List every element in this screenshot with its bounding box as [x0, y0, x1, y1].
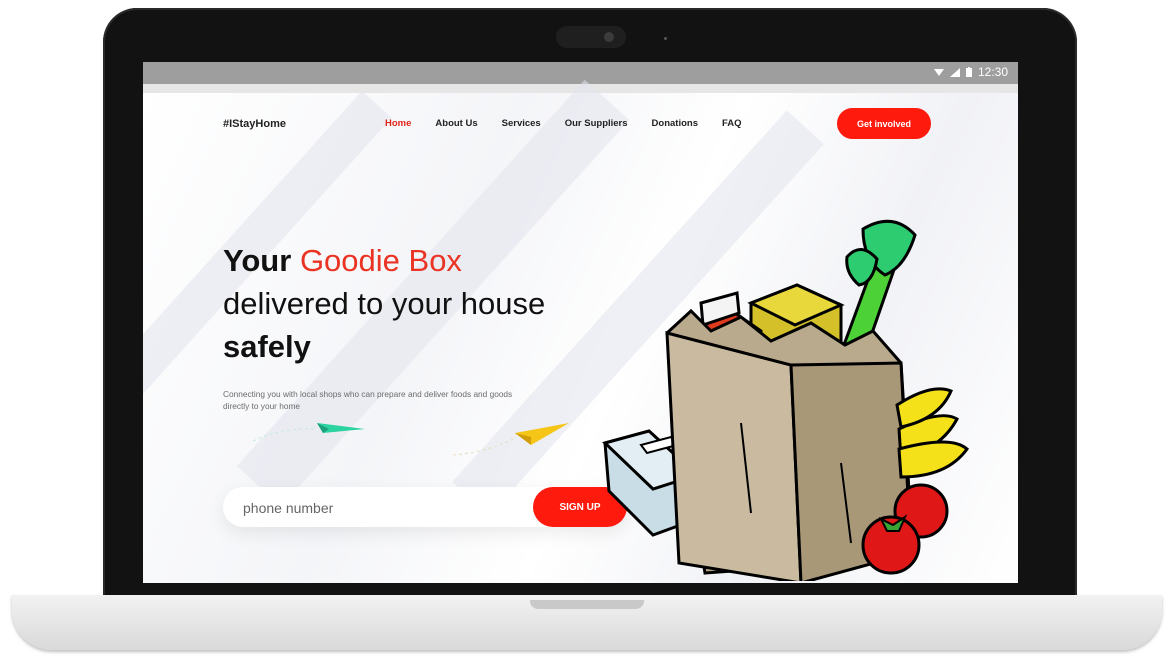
- wifi-icon: [933, 68, 944, 76]
- hero-title-line2: delivered to your house: [223, 286, 546, 321]
- site-logo[interactable]: #IStayHome: [223, 118, 286, 130]
- hero-subtitle: Connecting you with local shops who can …: [223, 389, 513, 411]
- signal-icon: [949, 67, 960, 77]
- screen: 12:30 #IStayHome Home About Us Services …: [143, 62, 1018, 583]
- grocery-bag-illustration: [602, 219, 970, 581]
- nav-services[interactable]: Services: [502, 118, 541, 129]
- nav-about-us[interactable]: About Us: [435, 118, 477, 129]
- laptop-notch: [530, 600, 644, 609]
- nav-faq[interactable]: FAQ: [722, 118, 742, 129]
- main-nav: Home About Us Services Our Suppliers Don…: [385, 118, 742, 129]
- phone-number-input[interactable]: [241, 487, 515, 529]
- hero-title-part1: Your: [223, 243, 292, 278]
- hero-title: Your Goodie Box delivered to your house …: [223, 239, 663, 368]
- camera-bar: [556, 26, 626, 48]
- status-time: 12:30: [977, 65, 1008, 79]
- signup-form: SIGN UP: [223, 487, 627, 529]
- nav-our-suppliers[interactable]: Our Suppliers: [565, 118, 628, 129]
- nav-home[interactable]: Home: [385, 118, 411, 129]
- status-bar: 12:30: [143, 62, 1018, 84]
- sensor-dot: [664, 37, 667, 40]
- camera-icon: [604, 32, 614, 42]
- battery-icon: [965, 67, 972, 77]
- nav-donations[interactable]: Donations: [652, 118, 698, 129]
- hero-title-line3: safely: [223, 329, 311, 364]
- paper-plane-yellow-icon: [453, 423, 569, 456]
- hero-title-highlight: Goodie Box: [299, 243, 462, 278]
- web-page: #IStayHome Home About Us Services Our Su…: [143, 79, 1018, 583]
- paper-plane-green-icon: [253, 423, 365, 442]
- get-involved-button[interactable]: Get involved: [837, 108, 931, 139]
